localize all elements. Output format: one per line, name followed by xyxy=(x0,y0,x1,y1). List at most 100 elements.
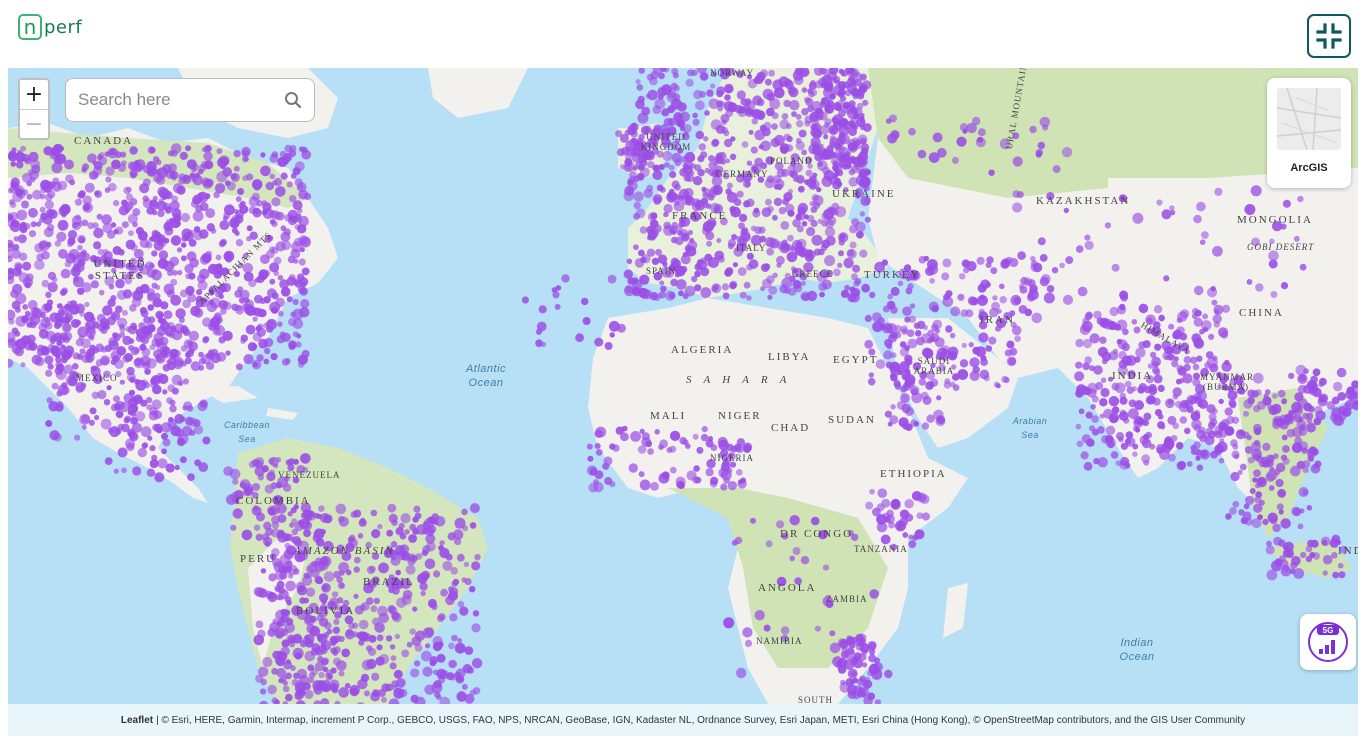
coverage-dot xyxy=(237,286,244,292)
coverage-dot xyxy=(639,226,648,234)
coverage-dot xyxy=(28,230,37,238)
coverage-dot xyxy=(668,164,675,171)
coverage-dot xyxy=(147,435,153,441)
coverage-dot xyxy=(79,348,86,355)
coverage-dot xyxy=(169,405,177,413)
coverage-dot xyxy=(271,697,278,704)
coverage-dot xyxy=(658,291,666,299)
coverage-dot xyxy=(859,83,868,92)
coverage-dot xyxy=(313,512,320,519)
coverage-dot xyxy=(1162,351,1171,361)
coverage-dot xyxy=(890,498,901,509)
coverage-dot xyxy=(965,309,974,318)
coverage-dot xyxy=(1331,552,1338,559)
leaflet-link[interactable]: Leaflet xyxy=(121,715,153,726)
coverage-dot xyxy=(680,254,691,265)
coverage-dot xyxy=(1184,427,1191,435)
coverage-dot xyxy=(366,645,373,652)
basemap-switcher[interactable]: ArcGIS xyxy=(1267,78,1351,188)
coverage-dot xyxy=(1219,438,1225,444)
coverage-dot xyxy=(307,664,315,672)
network-filter-button[interactable]: 5G xyxy=(1300,614,1356,670)
coverage-dot xyxy=(182,378,189,385)
coverage-dot xyxy=(135,334,144,342)
label-mali: MALI xyxy=(650,410,687,422)
zoom-out-button[interactable]: − xyxy=(20,109,48,138)
coverage-dot xyxy=(1336,367,1347,378)
coverage-dot xyxy=(1253,423,1262,433)
coverage-dot xyxy=(1212,245,1223,257)
coverage-dot xyxy=(914,529,925,540)
coverage-dot xyxy=(203,151,213,161)
coverage-dot xyxy=(700,287,712,298)
coverage-map[interactable]: CANADA UNITED STATES APPALACHIAN MTS MEX… xyxy=(8,68,1358,704)
coverage-dot xyxy=(1135,427,1141,433)
coverage-dot xyxy=(1164,437,1172,445)
coverage-dot xyxy=(46,223,55,232)
coverage-dot xyxy=(146,404,153,411)
coverage-dot xyxy=(173,215,181,223)
coverage-dot xyxy=(685,78,694,87)
coverage-dot xyxy=(1299,263,1307,271)
coverage-dot xyxy=(135,286,144,295)
coverage-dot xyxy=(164,206,172,214)
coverage-dot xyxy=(162,164,172,174)
coverage-dot xyxy=(275,186,286,197)
coverage-dot xyxy=(219,239,227,247)
coverage-dot xyxy=(595,426,607,438)
coverage-dot xyxy=(809,201,815,207)
coverage-dot xyxy=(1280,559,1289,568)
coverage-dot xyxy=(412,516,419,523)
search-input[interactable]: Search here xyxy=(78,90,284,110)
coverage-dot xyxy=(706,89,714,97)
coverage-dot xyxy=(1001,258,1010,267)
coverage-dot xyxy=(185,273,192,280)
zoom-in-button[interactable]: + xyxy=(20,80,48,109)
coverage-dot xyxy=(224,204,235,216)
coverage-dot xyxy=(281,240,292,251)
exit-fullscreen-button[interactable] xyxy=(1307,14,1351,58)
label-poland: POLAND xyxy=(770,156,813,166)
coverage-dot xyxy=(396,597,407,608)
coverage-dot xyxy=(466,666,474,674)
coverage-dot xyxy=(846,248,857,259)
coverage-dot xyxy=(1277,488,1287,498)
nperf-logo[interactable]: n perf xyxy=(18,12,82,42)
search-box[interactable]: Search here xyxy=(65,78,315,122)
coverage-dot xyxy=(411,636,422,646)
coverage-dot xyxy=(90,365,97,372)
coverage-dot xyxy=(1298,441,1309,452)
coverage-dot xyxy=(832,160,839,167)
coverage-dot xyxy=(300,453,311,464)
coverage-dot xyxy=(429,659,437,667)
coverage-dot xyxy=(795,241,803,249)
coverage-dot xyxy=(632,165,638,171)
coverage-dot xyxy=(44,321,53,330)
coverage-dot xyxy=(102,305,113,316)
coverage-dot xyxy=(349,685,360,696)
coverage-dot xyxy=(959,359,969,368)
coverage-dot xyxy=(1276,503,1284,511)
coverage-dot xyxy=(277,514,287,523)
coverage-dot xyxy=(751,118,758,125)
basemap-label: ArcGIS xyxy=(1290,162,1328,174)
coverage-dot xyxy=(885,118,892,124)
coverage-dot xyxy=(786,251,798,263)
coverage-dot xyxy=(235,196,242,203)
coverage-dot xyxy=(9,221,21,232)
coverage-dot xyxy=(1196,355,1203,362)
coverage-dot xyxy=(231,303,239,311)
coverage-dot xyxy=(624,129,631,136)
coverage-dot xyxy=(97,313,106,323)
coverage-dot xyxy=(687,240,698,251)
search-icon[interactable] xyxy=(284,91,302,109)
coverage-dot xyxy=(588,482,599,493)
coverage-dot xyxy=(772,272,778,278)
coverage-dot xyxy=(74,434,81,441)
coverage-dot xyxy=(171,374,183,386)
coverage-dot xyxy=(1247,396,1255,405)
coverage-dot xyxy=(360,673,370,683)
coverage-dot xyxy=(164,226,174,236)
coverage-dot xyxy=(720,159,726,165)
coverage-dot xyxy=(47,363,54,370)
